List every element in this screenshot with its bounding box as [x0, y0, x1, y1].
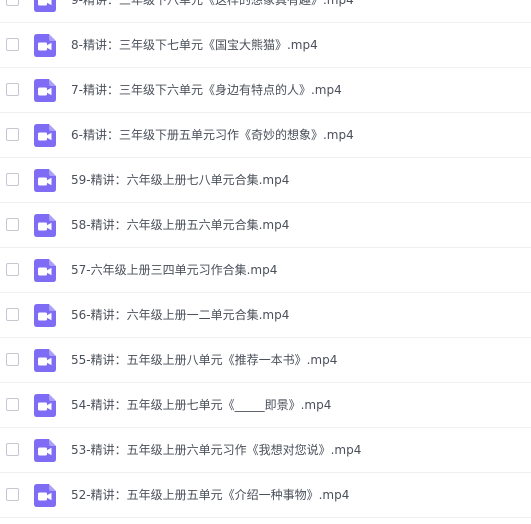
- file-checkbox[interactable]: [6, 173, 19, 186]
- file-name[interactable]: 53-精讲：五年级上册六单元习作《我想对您说》.mp4: [71, 441, 361, 459]
- file-checkbox[interactable]: [6, 443, 19, 456]
- file-name[interactable]: 9-精讲：三年级下八单元《这样的想象真有趣》.mp4: [71, 0, 354, 9]
- file-checkbox[interactable]: [6, 38, 19, 51]
- video-file-icon: [34, 439, 56, 462]
- file-checkbox[interactable]: [6, 488, 19, 501]
- video-file-icon: [34, 169, 56, 192]
- file-row[interactable]: 54-精讲：五年级上册七单元《_____即景》.mp4: [0, 383, 531, 428]
- file-name[interactable]: 8-精讲：三年级下七单元《国宝大熊猫》.mp4: [71, 36, 318, 54]
- video-file-icon: [34, 79, 56, 102]
- file-row[interactable]: 57-六年级上册三四单元习作合集.mp4: [0, 248, 531, 293]
- file-row[interactable]: 59-精讲：六年级上册七八单元合集.mp4: [0, 158, 531, 203]
- file-checkbox[interactable]: [6, 218, 19, 231]
- file-checkbox[interactable]: [6, 398, 19, 411]
- video-file-icon: [34, 0, 56, 12]
- video-file-icon: [34, 349, 56, 372]
- file-row[interactable]: 53-精讲：五年级上册六单元习作《我想对您说》.mp4: [0, 428, 531, 473]
- file-name[interactable]: 6-精讲：三年级下册五单元习作《奇妙的想象》.mp4: [71, 126, 354, 144]
- file-checkbox[interactable]: [6, 0, 19, 6]
- file-name[interactable]: 54-精讲：五年级上册七单元《_____即景》.mp4: [71, 396, 331, 414]
- file-row[interactable]: 7-精讲：三年级下六单元《身边有特点的人》.mp4: [0, 68, 531, 113]
- video-file-icon: [34, 394, 56, 417]
- file-checkbox[interactable]: [6, 263, 19, 276]
- video-file-icon: [34, 259, 56, 282]
- file-checkbox[interactable]: [6, 83, 19, 96]
- video-file-icon: [34, 214, 56, 237]
- file-row[interactable]: 9-精讲：三年级下八单元《这样的想象真有趣》.mp4: [0, 0, 531, 23]
- file-name[interactable]: 57-六年级上册三四单元习作合集.mp4: [71, 261, 277, 279]
- file-name[interactable]: 56-精讲：六年级上册一二单元合集.mp4: [71, 306, 289, 324]
- file-row[interactable]: 52-精讲：五年级上册五单元《介绍一种事物》.mp4: [0, 473, 531, 518]
- file-name[interactable]: 52-精讲：五年级上册五单元《介绍一种事物》.mp4: [71, 486, 349, 504]
- file-name[interactable]: 59-精讲：六年级上册七八单元合集.mp4: [71, 171, 289, 189]
- file-checkbox[interactable]: [6, 353, 19, 366]
- file-row[interactable]: 56-精讲：六年级上册一二单元合集.mp4: [0, 293, 531, 338]
- file-name[interactable]: 55-精讲：五年级上册八单元《推荐一本书》.mp4: [71, 351, 337, 369]
- file-row[interactable]: 58-精讲：六年级上册五六单元合集.mp4: [0, 203, 531, 248]
- video-file-icon: [34, 34, 56, 57]
- file-checkbox[interactable]: [6, 128, 19, 141]
- file-name[interactable]: 7-精讲：三年级下六单元《身边有特点的人》.mp4: [71, 81, 342, 99]
- file-name[interactable]: 58-精讲：六年级上册五六单元合集.mp4: [71, 216, 289, 234]
- video-file-icon: [34, 484, 56, 507]
- file-row[interactable]: 55-精讲：五年级上册八单元《推荐一本书》.mp4: [0, 338, 531, 383]
- file-row[interactable]: 8-精讲：三年级下七单元《国宝大熊猫》.mp4: [0, 23, 531, 68]
- file-checkbox[interactable]: [6, 308, 19, 321]
- file-row[interactable]: 6-精讲：三年级下册五单元习作《奇妙的想象》.mp4: [0, 113, 531, 158]
- video-file-icon: [34, 304, 56, 327]
- video-file-icon: [34, 124, 56, 147]
- file-list: 9-精讲：三年级下八单元《这样的想象真有趣》.mp4 8-精讲：三年级下七单元《国…: [0, 0, 531, 518]
